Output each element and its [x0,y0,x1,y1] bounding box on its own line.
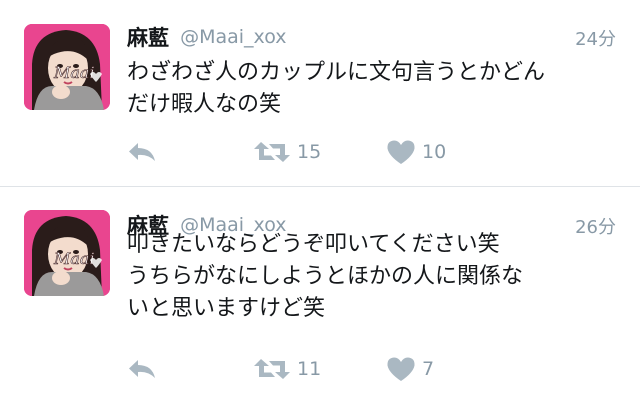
heart-icon [386,356,416,382]
tweet-actions: 15 10 [127,137,616,167]
heart-icon [386,139,416,165]
tweet[interactable]: Maai 麻藍 @Maai_xox 24分 わざわざ人のカップルに文句言うとかど… [0,0,640,186]
tweet-text-line: だけ暇人なの笑 [127,92,282,117]
avatar-photo: Maai [24,24,110,110]
reply-icon [127,140,157,164]
retweet-icon [253,357,291,381]
reply-icon [127,357,157,381]
tweet-text: わざわざ人のカップルに文句言うとかどん だけ暇人なの笑 [127,57,616,121]
tweet-text-line: うちらがなにしようとほかの人に関係な [127,264,524,289]
timeline: Maai 麻藍 @Maai_xox 24分 わざわざ人のカップルに文句言うとかど… [0,0,640,408]
tweet-text-line: 叩きたいならどうぞ叩いてください笑 [127,232,500,257]
display-name[interactable]: 麻藍 [127,26,169,50]
like-button[interactable]: 7 [386,354,434,384]
retweet-button[interactable]: 15 [253,137,321,167]
user-handle[interactable]: @Maai_xox [180,26,286,48]
reply-button[interactable] [127,354,157,384]
retweet-count: 15 [297,141,322,163]
avatar[interactable]: Maai [24,24,110,110]
like-count: 7 [422,358,435,380]
avatar[interactable]: Maai [24,210,110,296]
tweet-header: 麻藍 @Maai_xox 24分 [127,22,616,52]
tweet-text-line: いと思いますけど笑 [127,296,326,321]
retweet-icon [253,140,291,164]
retweet-count: 11 [297,358,322,380]
like-button[interactable]: 10 [386,137,446,167]
tweet[interactable]: Maai 麻藍 @Maai_xox 26分 叩きたいならどうぞ叩いてください笑 … [0,187,640,408]
retweet-button[interactable]: 11 [253,354,321,384]
timestamp[interactable]: 24分 [575,25,616,51]
tweet-text-line: わざわざ人のカップルに文句言うとかどん [127,60,546,85]
reply-button[interactable] [127,137,157,167]
svg-text:Maai: Maai [53,249,95,268]
svg-text:Maai: Maai [53,63,95,82]
tweet-actions: 11 7 [127,354,616,384]
avatar-photo: Maai [24,210,110,296]
like-count: 10 [422,141,447,163]
tweet-text: 叩きたいならどうぞ叩いてください笑 うちらがなにしようとほかの人に関係な いと思… [127,229,616,325]
